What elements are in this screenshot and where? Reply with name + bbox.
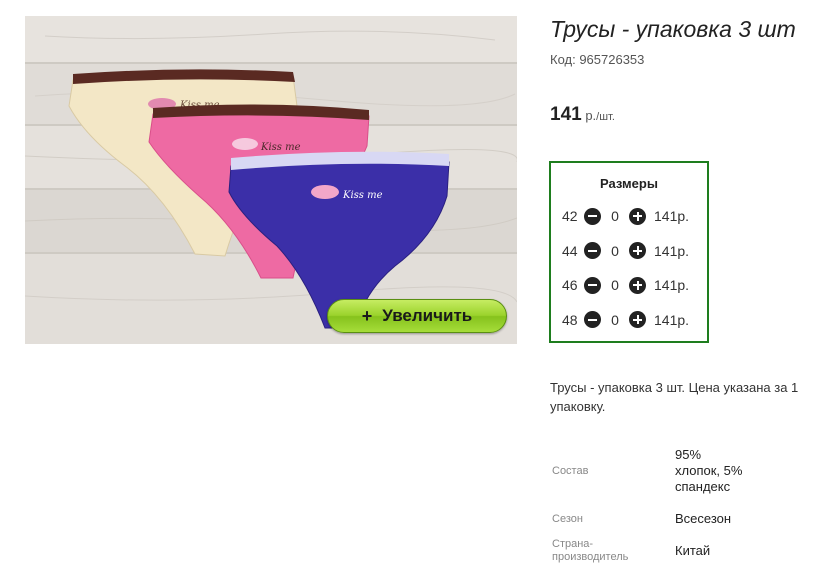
quantity-value[interactable]: 0 bbox=[601, 312, 629, 328]
zoom-label: Увеличить bbox=[382, 306, 473, 325]
size-label: 48 bbox=[562, 311, 578, 328]
sizes-heading: Размеры bbox=[600, 176, 658, 191]
product-price: 141 р./шт. bbox=[550, 104, 615, 126]
minus-circle-icon[interactable] bbox=[584, 311, 601, 329]
size-row-42: 42 0 141р. bbox=[551, 199, 707, 234]
quantity-value[interactable]: 0 bbox=[601, 277, 629, 293]
size-price: 141р. bbox=[654, 208, 690, 225]
property-value: 95% хлопок, 5% спандекс bbox=[675, 447, 743, 494]
product-description: Трусы - упаковка 3 шт. Цена указана за 1… bbox=[550, 380, 799, 414]
property-key: Страна-производитель bbox=[552, 538, 629, 563]
plus-circle-icon[interactable] bbox=[629, 242, 646, 260]
product-image[interactable]: Kiss me Kiss me Kiss me + Увеличить bbox=[25, 16, 517, 344]
size-price: 141р. bbox=[654, 242, 690, 259]
plus-circle-icon[interactable] bbox=[629, 207, 646, 225]
minus-circle-icon[interactable] bbox=[584, 242, 601, 260]
size-label: 42 bbox=[562, 208, 578, 225]
plus-icon: + bbox=[361, 305, 373, 326]
size-label: 44 bbox=[562, 242, 578, 259]
minus-circle-icon[interactable] bbox=[584, 276, 601, 294]
size-row-44: 44 0 141р. bbox=[551, 234, 707, 269]
plus-circle-icon[interactable] bbox=[629, 276, 646, 294]
size-row-48: 48 0 141р. bbox=[551, 303, 707, 338]
product-code: Код: 965726353 bbox=[550, 52, 645, 67]
size-row-46: 46 0 141р. bbox=[551, 268, 707, 303]
quantity-value[interactable]: 0 bbox=[601, 243, 629, 259]
zoom-button[interactable]: + Увеличить bbox=[327, 299, 507, 333]
property-row: Сезон Всесезон bbox=[552, 505, 743, 533]
size-price: 141р. bbox=[654, 311, 690, 328]
property-row: Страна-производитель Китай bbox=[552, 533, 743, 569]
property-value: Всесезон bbox=[675, 511, 732, 526]
product-title: Трусы - упаковка 3 шт bbox=[550, 16, 796, 42]
plus-circle-icon[interactable] bbox=[629, 311, 646, 329]
sizes-panel: Размеры 42 0 141р. 44 0 141р. 46 0 141р.… bbox=[549, 161, 709, 343]
size-label: 46 bbox=[562, 277, 578, 294]
property-row: Состав 95% хлопок, 5% спандекс bbox=[552, 437, 743, 505]
size-price: 141р. bbox=[654, 277, 690, 294]
price-currency: р. bbox=[581, 108, 597, 123]
product-photo: Kiss me Kiss me Kiss me bbox=[25, 16, 517, 344]
product-properties: Состав 95% хлопок, 5% спандекс Сезон Все… bbox=[552, 437, 743, 569]
price-per-unit: /шт. bbox=[596, 111, 615, 123]
minus-circle-icon[interactable] bbox=[584, 207, 601, 225]
property-value: Китай bbox=[675, 543, 711, 558]
property-key: Сезон bbox=[552, 512, 583, 525]
svg-text:Kiss me: Kiss me bbox=[342, 190, 383, 201]
svg-text:Kiss me: Kiss me bbox=[260, 142, 301, 153]
quantity-value[interactable]: 0 bbox=[601, 208, 629, 224]
property-key: Состав bbox=[552, 464, 589, 477]
price-amount: 141 bbox=[550, 104, 582, 125]
